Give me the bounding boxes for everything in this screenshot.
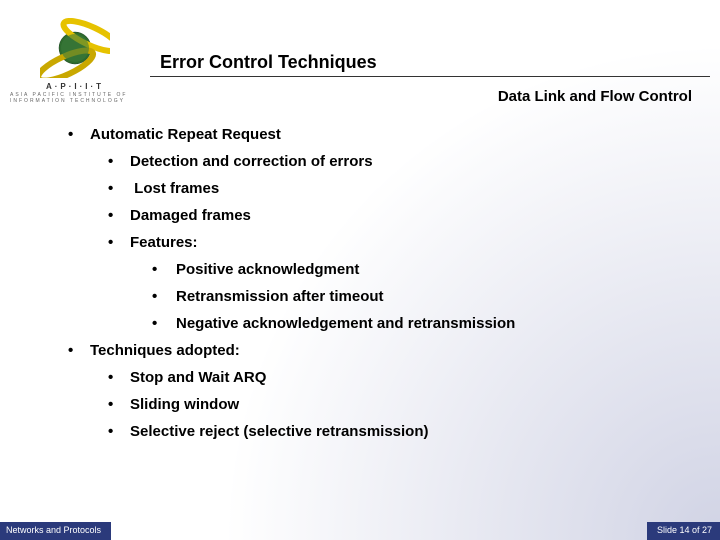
footer-right: Slide 14 of 27: [647, 522, 720, 540]
bullet-lvl1: Detection and correction of errors: [108, 151, 688, 172]
bullet-lvl1: Selective reject (selective retransmissi…: [108, 421, 688, 442]
slide-content: Automatic Repeat Request Detection and c…: [68, 118, 688, 448]
bullet-lvl1: Features: Positive acknowledgment Retran…: [108, 232, 688, 334]
title-divider: [150, 76, 710, 77]
bullet-lvl2: Negative acknowledgement and retransmiss…: [152, 313, 688, 334]
bullet-text: Negative acknowledgement and retransmiss…: [176, 315, 515, 332]
globe-icon: [40, 18, 110, 78]
bullet-lvl2: Positive acknowledgment: [152, 259, 688, 280]
bullet-text: Features:: [130, 234, 198, 251]
bullet-lvl1: Damaged frames: [108, 205, 688, 226]
logo: A·P·I·I·T ASIA PACIFIC INSTITUTE OF INFO…: [10, 18, 140, 110]
bullet-lvl1: Lost frames: [108, 178, 688, 199]
bullet-lvl2: Retransmission after timeout: [152, 286, 688, 307]
bullet-text: Automatic Repeat Request: [90, 126, 281, 143]
bullet-text: Retransmission after timeout: [176, 288, 384, 305]
bullet-text: Positive acknowledgment: [176, 261, 359, 278]
bullet-lvl0: Automatic Repeat Request Detection and c…: [68, 124, 688, 334]
slide: A·P·I·I·T ASIA PACIFIC INSTITUTE OF INFO…: [0, 0, 720, 540]
footer-left: Networks and Protocols: [0, 522, 111, 540]
slide-subtitle: Data Link and Flow Control: [498, 88, 692, 105]
bullet-text: Techniques adopted:: [90, 342, 240, 359]
bullet-text: Damaged frames: [130, 207, 251, 224]
bullet-text: Lost frames: [130, 180, 219, 197]
bullet-text: Detection and correction of errors: [130, 153, 373, 170]
logo-subtext: ASIA PACIFIC INSTITUTE OF INFORMATION TE…: [10, 92, 140, 104]
logo-text: A·P·I·I·T: [46, 82, 104, 91]
bullet-lvl0: Techniques adopted: Stop and Wait ARQ Sl…: [68, 340, 688, 442]
bullet-text: Sliding window: [130, 396, 239, 413]
bullet-lvl1: Sliding window: [108, 394, 688, 415]
slide-title: Error Control Techniques: [160, 52, 377, 73]
bullet-lvl1: Stop and Wait ARQ: [108, 367, 688, 388]
bullet-text: Stop and Wait ARQ: [130, 369, 266, 386]
bullet-text: Selective reject (selective retransmissi…: [130, 423, 429, 440]
